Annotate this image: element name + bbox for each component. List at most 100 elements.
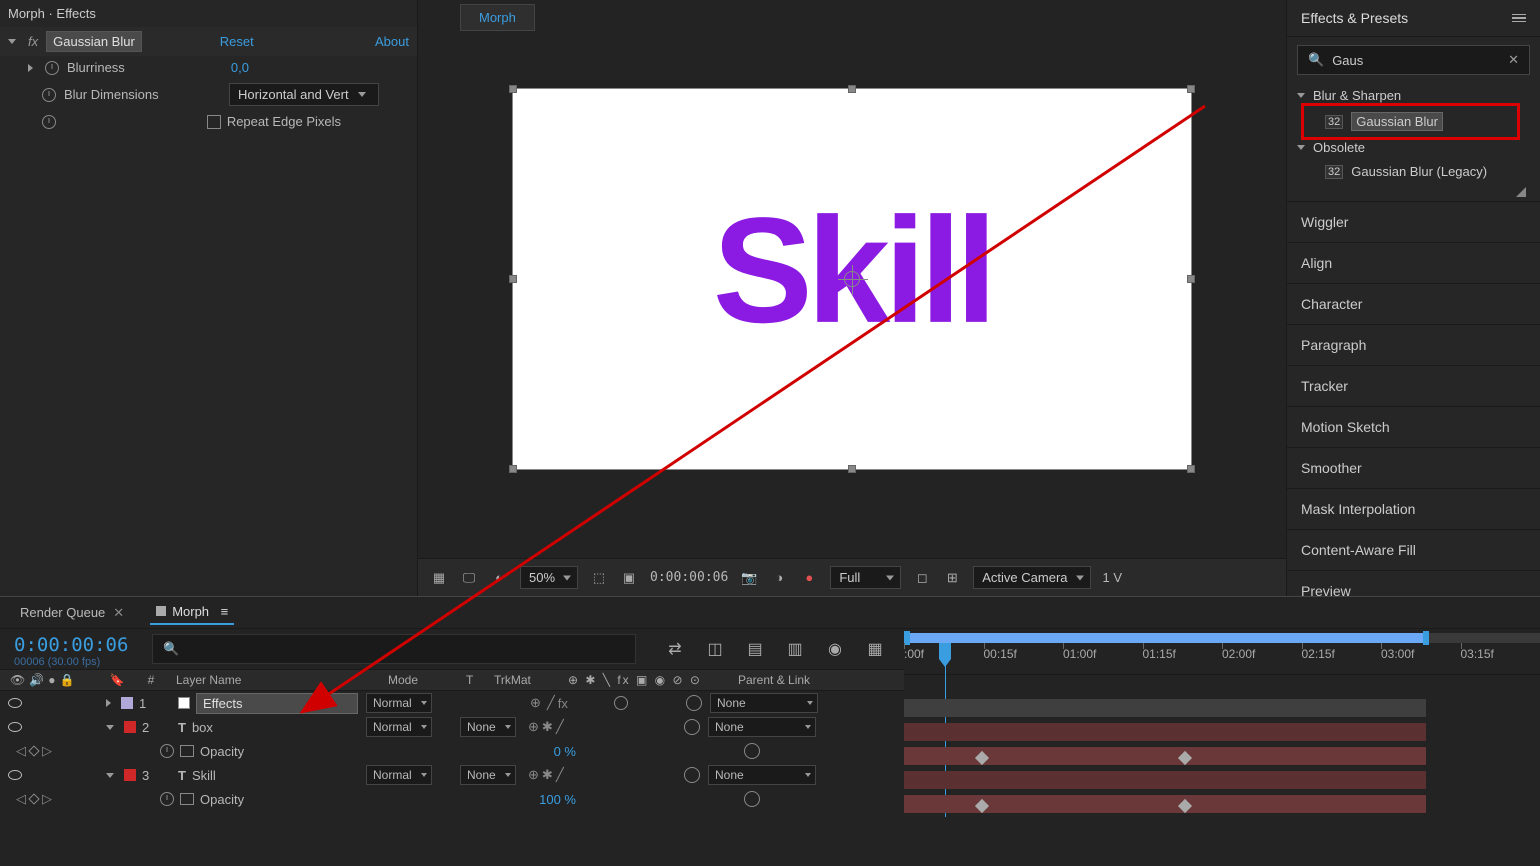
keyframe-icon[interactable] (1178, 751, 1192, 765)
pickwhip-icon[interactable] (684, 719, 700, 735)
shy-icon[interactable]: ▤ (744, 638, 766, 660)
tab-render-queue[interactable]: Render Queue✕ (14, 601, 130, 625)
eye-icon[interactable] (8, 770, 22, 780)
grid-icon[interactable]: ▦ (430, 569, 448, 587)
effect-gaussian-blur-legacy[interactable]: 32 Gaussian Blur (Legacy) (1287, 160, 1540, 183)
effects-search-input[interactable]: 🔍 Gaus ✕ (1297, 45, 1530, 75)
canvas[interactable]: Skill (512, 88, 1192, 470)
mask-icon[interactable]: ◐ (490, 569, 508, 587)
handle-icon[interactable] (509, 85, 517, 93)
keyframe-nav-icon[interactable] (28, 793, 39, 804)
parent-dropdown[interactable]: None (708, 765, 816, 785)
panel-paragraph[interactable]: Paragraph (1287, 324, 1540, 365)
repeat-edge-checkbox[interactable] (207, 115, 221, 129)
panel-motion-sketch[interactable]: Motion Sketch (1287, 406, 1540, 447)
handle-icon[interactable] (848, 465, 856, 473)
num-column[interactable]: # (134, 673, 168, 687)
pickwhip-icon[interactable] (686, 695, 702, 711)
effects-presets-header[interactable]: Effects & Presets (1287, 0, 1540, 37)
panel-menu-icon[interactable] (1512, 14, 1526, 23)
comp-flowchart-icon[interactable]: ⇄ (664, 638, 686, 660)
mode-dropdown[interactable]: Normal (366, 765, 432, 785)
stopwatch-icon[interactable] (160, 744, 174, 758)
blurriness-value[interactable]: 0,0 (231, 60, 249, 75)
stopwatch-icon[interactable] (42, 115, 56, 129)
zoom-dropdown[interactable]: 50% (520, 566, 578, 589)
color-label[interactable] (124, 721, 136, 733)
views-label[interactable]: 1 V (1103, 570, 1123, 585)
solo-column-icon[interactable]: ● (48, 673, 55, 687)
layer-name[interactable]: box (192, 720, 213, 735)
t-column[interactable]: T (466, 673, 494, 687)
keyframe-nav-icon[interactable] (28, 745, 39, 756)
layer-bar[interactable] (904, 771, 1426, 789)
eye-icon[interactable] (8, 722, 22, 732)
expand-layer-icon[interactable] (106, 699, 111, 707)
camera-dropdown[interactable]: Active Camera (973, 566, 1090, 589)
handle-icon[interactable] (1187, 275, 1195, 283)
switches-column[interactable]: ⊕ ✱ ╲ fx ▣ ◉ ⊘ ⊙ (568, 673, 728, 687)
handle-icon[interactable] (848, 85, 856, 93)
mode-dropdown[interactable]: Normal (366, 693, 432, 713)
pickwhip-icon[interactable] (744, 791, 760, 807)
time-ruler[interactable]: :00f 00:15f 01:00f 01:15f 02:00f 02:15f … (904, 629, 1540, 675)
timeline-timecode[interactable]: 0:00:00:06 (0, 630, 142, 656)
graph-icon[interactable] (180, 745, 194, 757)
collapse-effect-icon[interactable] (8, 39, 16, 44)
pickwhip-icon[interactable] (744, 743, 760, 759)
guides-icon[interactable]: ⊞ (943, 569, 961, 587)
motion-blur-icon[interactable]: ◉ (824, 638, 846, 660)
keyframe-track[interactable] (904, 747, 1426, 765)
handle-icon[interactable] (1187, 465, 1195, 473)
layer-row-3[interactable]: 3 TSkill Normal None ⊕✱╱ None (0, 763, 904, 787)
anchor-point-icon[interactable] (844, 271, 860, 287)
graph-editor-icon[interactable]: ▦ (864, 638, 886, 660)
graph-icon[interactable] (180, 793, 194, 805)
panel-preview[interactable]: Preview (1287, 570, 1540, 611)
expand-layer-icon[interactable] (106, 773, 114, 778)
layer-row-1[interactable]: 1 Effects Normal ⊕╱fx None (0, 691, 904, 715)
layer-search-input[interactable]: 🔍 (152, 634, 636, 664)
stopwatch-icon[interactable] (42, 88, 56, 102)
parent-dropdown[interactable]: None (708, 717, 816, 737)
draft3d-icon[interactable]: ◫ (704, 638, 726, 660)
about-link[interactable]: About (375, 34, 409, 49)
fx-badge[interactable]: fx (28, 34, 38, 49)
eye-icon[interactable] (8, 698, 22, 708)
mode-column[interactable]: Mode (388, 673, 466, 687)
label-column-icon[interactable]: 🔖 (100, 673, 134, 687)
handle-icon[interactable] (509, 465, 517, 473)
tab-morph[interactable]: Morph ≡ (150, 600, 234, 625)
panel-content-aware-fill[interactable]: Content-Aware Fill (1287, 529, 1540, 570)
panel-align[interactable]: Align (1287, 242, 1540, 283)
mode-dropdown[interactable]: Normal (366, 717, 432, 737)
expand-prop-icon[interactable] (28, 64, 33, 72)
layer-bar[interactable] (904, 699, 1426, 717)
opacity-property-row[interactable]: ◁▷ Opacity 100 % (0, 787, 904, 811)
frame-blend-icon[interactable]: ▥ (784, 638, 806, 660)
panel-wiggler[interactable]: Wiggler (1287, 201, 1540, 242)
eye-column-icon[interactable]: 👁 (10, 673, 25, 687)
clear-search-icon[interactable]: ✕ (1508, 52, 1519, 68)
panel-character[interactable]: Character (1287, 283, 1540, 324)
viewer-timecode[interactable]: 0:00:00:06 (650, 570, 728, 585)
layer-name-column[interactable]: Layer Name (168, 673, 388, 687)
trkmat-column[interactable]: TrkMat (494, 673, 568, 687)
reset-link[interactable]: Reset (220, 34, 254, 49)
keyframe-track[interactable] (904, 795, 1426, 813)
color-icon[interactable]: ● (800, 569, 818, 587)
audio-column-icon[interactable]: 🔊 (29, 673, 44, 687)
stopwatch-icon[interactable] (45, 61, 59, 75)
res-toggle-icon[interactable]: ⬚ (590, 569, 608, 587)
color-label[interactable] (121, 697, 133, 709)
keyframe-icon[interactable] (975, 751, 989, 765)
parent-dropdown[interactable]: None (710, 693, 818, 713)
opacity-value[interactable]: 0 % (554, 744, 576, 759)
keyframe-icon[interactable] (975, 799, 989, 813)
layer-name[interactable]: Skill (192, 768, 216, 783)
panel-tracker[interactable]: Tracker (1287, 365, 1540, 406)
stopwatch-icon[interactable] (160, 792, 174, 806)
resize-corner-icon[interactable] (1516, 187, 1526, 197)
trkmat-dropdown[interactable]: None (460, 765, 516, 785)
transparent-grid-icon[interactable]: ▣ (620, 569, 638, 587)
